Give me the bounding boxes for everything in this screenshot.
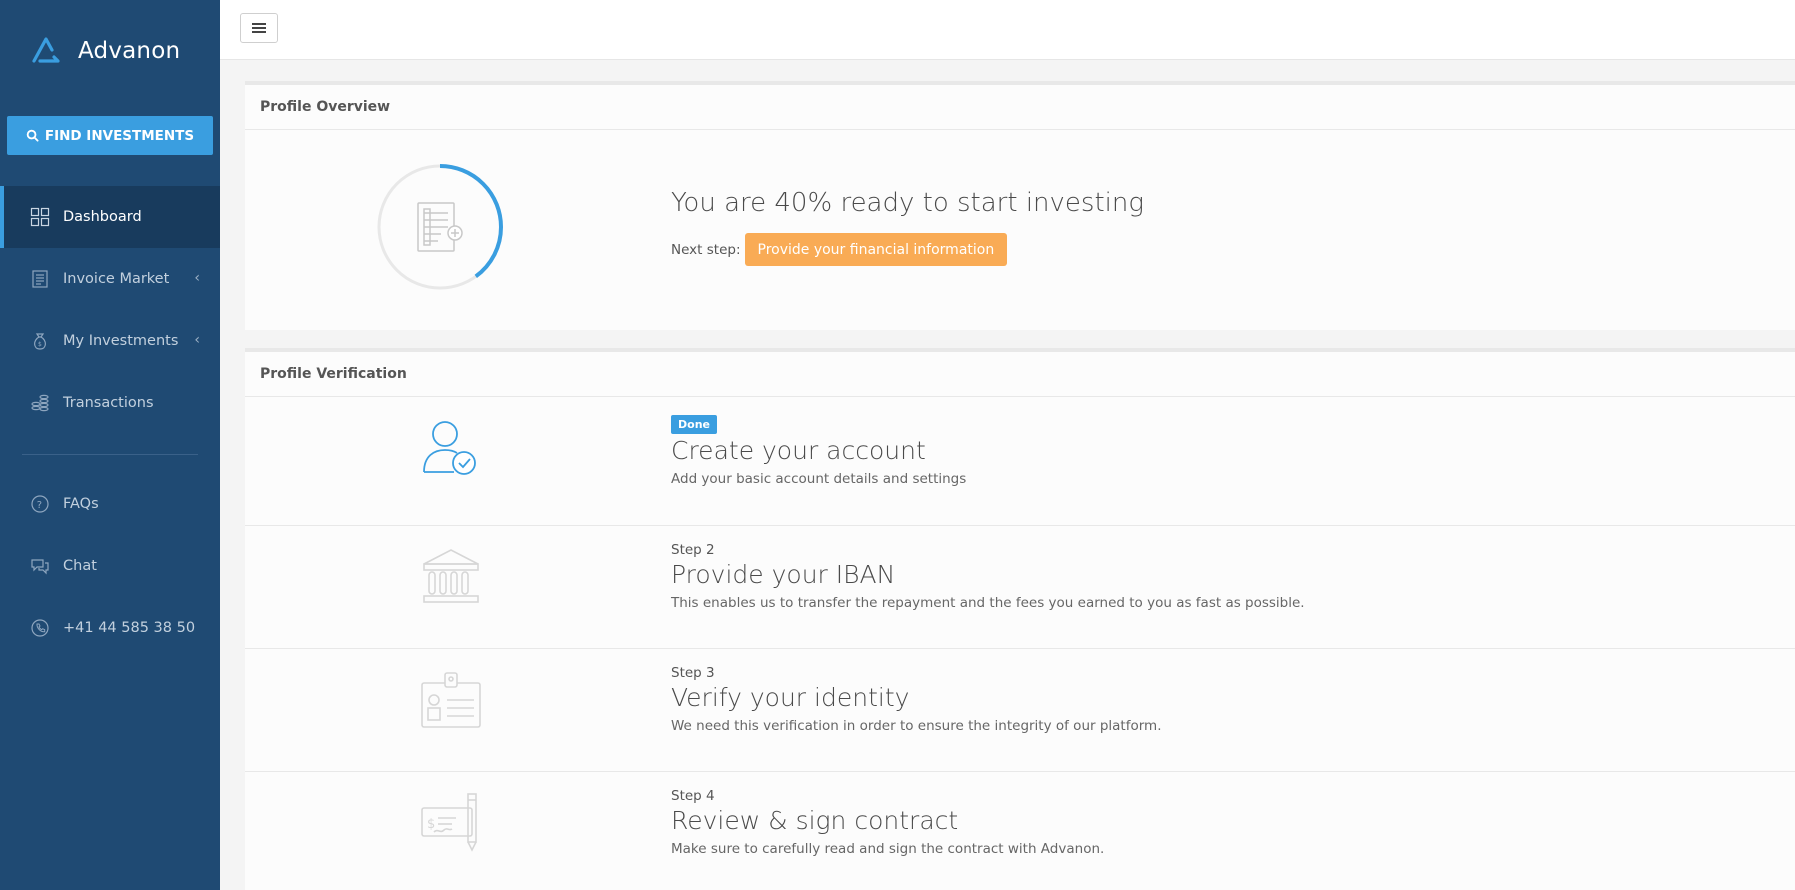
chevron-left-icon[interactable]: ‹ [194, 270, 200, 286]
dashboard-grid-icon [30, 207, 50, 227]
sidebar-item-label: Invoice Market [63, 271, 170, 287]
sidebar-item-label: Transactions [63, 395, 154, 411]
progress-ring [377, 164, 503, 290]
verification-step: Done Create your account Add your basic … [245, 398, 1795, 526]
sidebar-item-label: +41 44 585 38 50 [63, 620, 196, 636]
panel-title: Profile Overview [245, 85, 1795, 130]
sidebar-item-dashboard[interactable]: Dashboard [0, 186, 220, 248]
brand-logo[interactable]: Advanon [30, 32, 180, 70]
sidebar-item-label: FAQs [63, 496, 99, 512]
step-description: Make sure to carefully read and sign the… [671, 841, 1105, 857]
find-investments-button[interactable]: FIND INVESTMENTS [7, 116, 213, 155]
sidebar-item-label: Chat [63, 558, 97, 574]
svg-text:$: $ [427, 817, 435, 832]
step-title: Verify your identity [671, 683, 910, 712]
sidebar-item-label: Dashboard [63, 209, 142, 225]
profile-overview-panel: Profile Overview You are 40% ready to st… [245, 81, 1795, 330]
svg-text:$: $ [38, 341, 42, 348]
step-text: Step 4 Review & sign contract Make sure … [671, 788, 1104, 857]
provide-financial-info-button[interactable]: Provide your financial information [744, 233, 1008, 266]
secondary-nav: ? FAQs Chat +41 44 585 38 50 [0, 473, 220, 659]
verification-step[interactable]: Step 2 Provide your IBAN This enables us… [245, 526, 1795, 649]
chevron-left-icon[interactable]: ‹ [194, 332, 200, 348]
chat-icon [30, 556, 50, 576]
menu-toggle-button[interactable] [240, 13, 278, 43]
sidebar-item-transactions[interactable]: Transactions [0, 372, 220, 434]
sidebar-item-label: My Investments [63, 333, 179, 349]
sidebar-item-phone[interactable]: +41 44 585 38 50 [0, 597, 220, 659]
phone-icon [30, 618, 50, 638]
sidebar-divider [22, 454, 198, 455]
top-bar [220, 0, 1795, 60]
search-icon [26, 129, 39, 142]
readiness-text: You are 40% ready to start investing [671, 188, 1144, 218]
step-description: Add your basic account details and setti… [671, 471, 967, 487]
svg-text:?: ? [37, 500, 42, 511]
brand-name: Advanon [78, 38, 181, 64]
step-text: Done Create your account Add your basic … [671, 413, 966, 487]
contract-icon: $ [421, 793, 477, 852]
step-number: Step 3 [671, 665, 715, 681]
done-badge: Done [671, 415, 717, 434]
sidebar: Advanon FIND INVESTMENTS Dashboard Invoi… [0, 0, 220, 890]
sidebar-item-chat[interactable]: Chat [0, 535, 220, 597]
user-check-icon [423, 421, 476, 475]
bank-icon [423, 549, 479, 603]
verification-step[interactable]: $ Step 4 Review & sign contract Make sur… [245, 772, 1795, 890]
next-step-row: Next step: Provide your financial inform… [671, 233, 1008, 266]
main-nav: Dashboard Invoice Market ‹ $ My Investme… [0, 186, 220, 434]
hamburger-icon [252, 23, 266, 33]
step-number: Step 4 [671, 788, 715, 804]
find-investments-label: FIND INVESTMENTS [44, 127, 195, 144]
advanon-logo-icon [32, 37, 60, 63]
sidebar-item-my-investments[interactable]: $ My Investments ‹ [0, 310, 220, 372]
money-bag-icon: $ [30, 331, 50, 351]
document-plus-icon [417, 202, 463, 252]
panel-title: Profile Verification [245, 352, 1795, 397]
step-title: Provide your IBAN [671, 560, 896, 589]
verification-step[interactable]: Step 3 Verify your identity We need this… [245, 649, 1795, 772]
coins-icon [30, 393, 50, 413]
step-description: We need this verification in order to en… [671, 718, 1162, 734]
profile-verification-panel: Profile Verification Done Create your ac… [245, 348, 1795, 890]
step-title: Create your account [671, 436, 926, 465]
step-text: Step 2 Provide your IBAN This enables us… [671, 542, 1305, 611]
invoice-icon [30, 269, 50, 289]
sidebar-item-faqs[interactable]: ? FAQs [0, 473, 220, 535]
question-circle-icon: ? [30, 494, 50, 514]
sidebar-item-invoice-market[interactable]: Invoice Market ‹ [0, 248, 220, 310]
id-card-icon [421, 672, 481, 728]
next-step-label: Next step: [671, 241, 741, 258]
step-number: Step 2 [671, 542, 715, 558]
step-title: Review & sign contract [671, 806, 959, 835]
step-description: This enables us to transfer the repaymen… [671, 595, 1305, 611]
step-text: Step 3 Verify your identity We need this… [671, 665, 1162, 734]
